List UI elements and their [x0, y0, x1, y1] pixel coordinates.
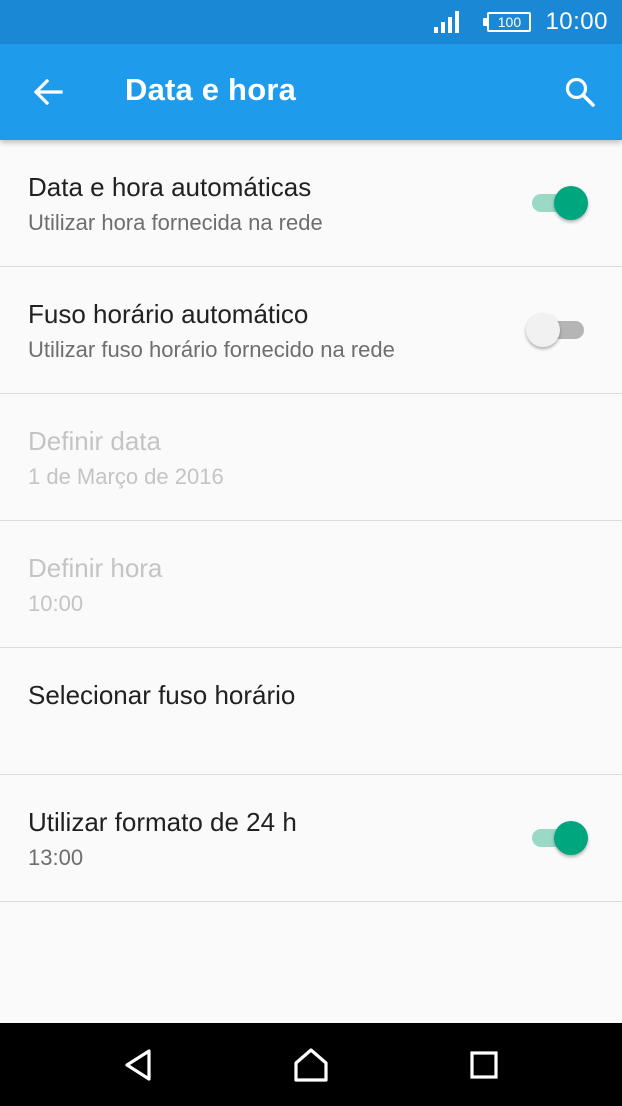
setting-select-timezone[interactable]: Selecionar fuso horário	[0, 648, 622, 775]
page-title: Data e hora	[125, 72, 297, 107]
setting-auto-timezone[interactable]: Fuso horário automático Utilizar fuso ho…	[0, 267, 622, 394]
setting-set-time: Definir hora 10:00	[0, 521, 622, 648]
back-triangle-icon	[125, 1049, 151, 1081]
toggle-thumb	[554, 186, 588, 220]
back-button[interactable]	[22, 68, 74, 116]
toggle-thumb	[554, 821, 588, 855]
24h-format-toggle[interactable]	[530, 821, 588, 855]
arrow-left-icon	[33, 79, 63, 105]
nav-back-button[interactable]	[114, 1043, 162, 1087]
status-bar: 100 10:00	[0, 0, 622, 44]
screen: 100 10:00 Data e hora Data e hora automá…	[0, 0, 622, 1106]
home-icon	[294, 1048, 328, 1082]
setting-summary: 1 de Março de 2016	[28, 464, 224, 489]
status-clock: 10:00	[545, 8, 608, 35]
setting-title: Utilizar formato de 24 h	[28, 807, 297, 837]
setting-title: Definir hora	[28, 553, 163, 583]
app-bar: Data e hora	[0, 44, 622, 140]
setting-summary: 13:00	[28, 845, 84, 870]
setting-auto-date-time[interactable]: Data e hora automáticas Utilizar hora fo…	[0, 140, 622, 267]
toggle-thumb	[526, 313, 560, 347]
setting-title: Fuso horário automático	[28, 299, 309, 329]
recents-icon	[470, 1051, 498, 1079]
auto-timezone-toggle[interactable]	[526, 313, 586, 347]
setting-summary: Utilizar hora fornecida na rede	[28, 210, 323, 235]
nav-recents-button[interactable]	[460, 1043, 508, 1087]
setting-title: Selecionar fuso horário	[28, 680, 296, 710]
setting-24h-format[interactable]: Utilizar formato de 24 h 13:00	[0, 775, 622, 902]
search-icon	[565, 77, 595, 107]
nav-home-button[interactable]	[287, 1043, 335, 1087]
setting-summary: Utilizar fuso horário fornecido na rede	[28, 337, 395, 362]
setting-summary: 10:00	[28, 591, 84, 616]
auto-date-time-toggle[interactable]	[530, 186, 588, 220]
settings-list: Data e hora automáticas Utilizar hora fo…	[0, 140, 622, 902]
battery-level: 100	[497, 14, 522, 30]
navigation-bar	[0, 1023, 622, 1106]
setting-title: Data e hora automáticas	[28, 172, 312, 202]
battery-icon: 100	[483, 12, 532, 32]
setting-set-date: Definir data 1 de Março de 2016	[0, 394, 622, 521]
setting-title: Definir data	[28, 426, 161, 456]
signal-icon	[434, 11, 460, 33]
search-button[interactable]	[556, 68, 604, 116]
